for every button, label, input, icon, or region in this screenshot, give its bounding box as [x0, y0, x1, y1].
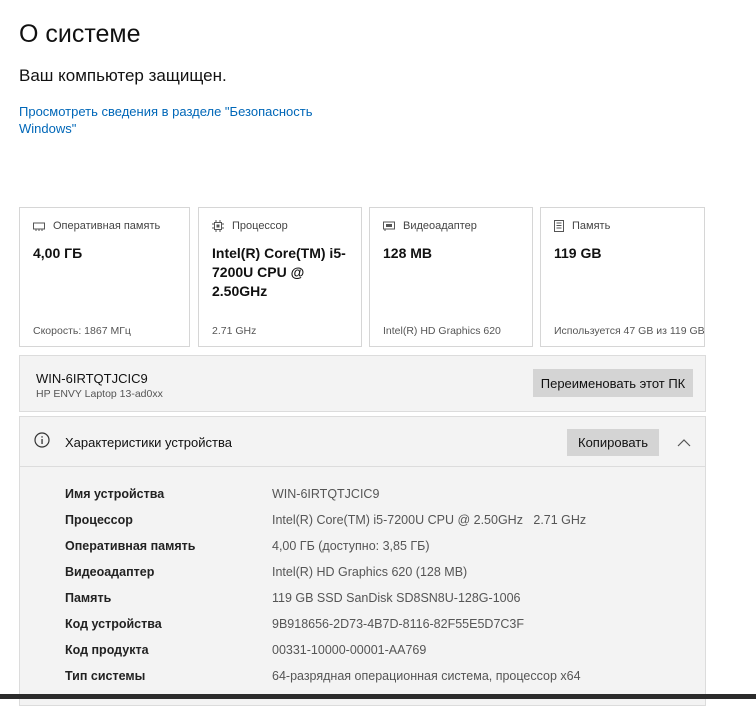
processor-icon [212, 220, 224, 232]
card-processor: Процессор Intel(R) Core(TM) i5-7200U CPU… [198, 207, 362, 347]
display-adapter-icon [383, 221, 395, 231]
spec-key: Видеоадаптер [65, 565, 155, 579]
page-title: О системе [19, 20, 141, 48]
card-subtext: Используется 47 GB из 119 GB [554, 325, 705, 337]
spec-value: Intel(R) HD Graphics 620 (128 MB) [272, 565, 468, 579]
spec-value: Intel(R) Core(TM) i5-7200U CPU @ 2.50GHz… [272, 513, 587, 527]
spec-value: 64-разрядная операционная система, проце… [272, 669, 581, 683]
chevron-up-icon[interactable] [677, 435, 691, 453]
copy-button[interactable]: Копировать [567, 429, 659, 456]
spec-value: 119 GB SSD SanDisk SD8SN8U-128G-1006 [272, 591, 521, 605]
card-value: 4,00 ГБ [33, 245, 83, 261]
info-icon [34, 432, 50, 453]
card-subtext: Скорость: 1867 МГц [33, 325, 131, 337]
spec-key: Оперативная память [65, 539, 196, 553]
device-specs-header[interactable]: Характеристики устройства Копировать [20, 417, 705, 467]
card-memory: Оперативная память 4,00 ГБ Скорость: 186… [19, 207, 190, 347]
card-display-adapter: Видеоадаптер 128 MB Intel(R) HD Graphics… [369, 207, 533, 347]
spec-key: Тип системы [65, 669, 146, 683]
spec-value: 00331-10000-00001-AA769 [272, 643, 427, 657]
card-value: Intel(R) Core(TM) i5-7200U CPU @ 2.50GHz [212, 245, 346, 299]
card-value: 119 GB [554, 245, 602, 261]
spec-value: 4,00 ГБ (доступно: 3,85 ГБ) [272, 539, 430, 553]
device-specs-panel: Характеристики устройства Копировать Имя… [19, 416, 706, 706]
spec-key: Память [65, 591, 112, 605]
card-storage: Память 119 GB Используется 47 GB из 119 … [540, 207, 705, 347]
pc-name: WIN-6IRTQTJCIC9 [36, 371, 148, 386]
card-subtext: Intel(R) HD Graphics 620 [383, 325, 501, 337]
pc-name-bar: WIN-6IRTQTJCIC9 HP ENVY Laptop 13-ad0xx … [19, 355, 706, 412]
card-label: Видеоадаптер [403, 220, 477, 232]
spec-key: Код устройства [65, 617, 162, 631]
spec-key: Процессор [65, 513, 133, 527]
storage-icon [554, 220, 564, 232]
card-value: 128 MB [383, 245, 433, 261]
spec-value: WIN-6IRTQTJCIC9 [272, 487, 380, 501]
card-label: Процессор [232, 220, 288, 232]
rename-pc-button[interactable]: Переименовать этот ПК [533, 369, 693, 397]
device-specs-title: Характеристики устройства [65, 435, 232, 450]
memory-icon [33, 222, 45, 231]
security-link[interactable]: Просмотреть сведения в разделе "Безопасн… [19, 103, 319, 137]
protection-status: Ваш компьютер защищен. [19, 66, 227, 85]
spec-key: Имя устройства [65, 487, 165, 501]
card-label: Память [572, 220, 611, 232]
card-label: Оперативная память [53, 220, 161, 232]
taskbar-edge [0, 694, 756, 699]
spec-value: 9B918656-2D73-4B7D-8116-82F55E5D7C3F [272, 617, 525, 631]
card-subtext: 2.71 GHz [212, 325, 257, 337]
pc-model: HP ENVY Laptop 13-ad0xx [36, 388, 163, 400]
spec-key: Код продукта [65, 643, 149, 657]
